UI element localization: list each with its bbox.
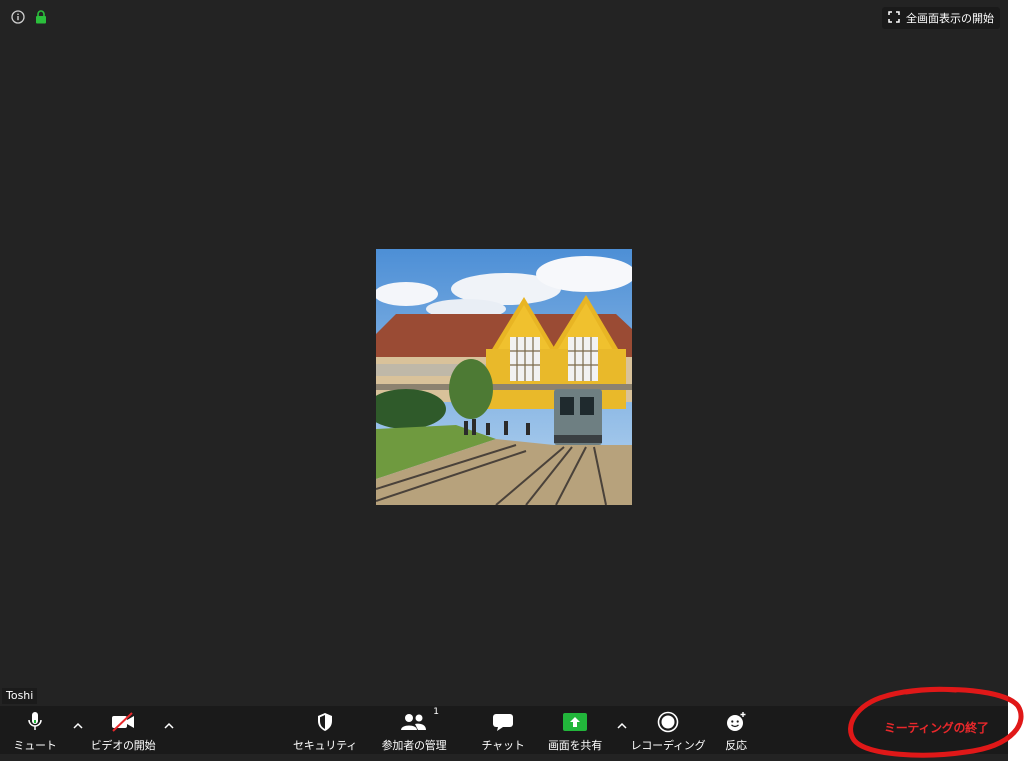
mute-button[interactable]: ミュート [12,706,58,754]
chat-button[interactable]: チャット [481,706,525,754]
security-label: セキュリティ [292,739,358,752]
participant-profile-picture [376,249,632,505]
record-label: レコーディング [630,739,706,752]
record-button[interactable]: レコーディング [630,706,706,754]
participants-count: 1 [433,707,439,717]
top-left-icons [11,10,47,24]
mute-label: ミュート [13,739,57,752]
reactions-button[interactable]: 反応 [718,706,754,754]
meeting-window: 全画面表示の開始 Toshi ミュート ビデオの開始 セキュリティ 1 参加者の… [0,0,1008,761]
fullscreen-icon [888,10,900,26]
video-options-caret[interactable] [162,718,176,732]
manage-participants-button[interactable]: 1 参加者の管理 [376,706,452,754]
microphone-icon [27,711,43,733]
security-button[interactable]: セキュリティ [292,706,358,754]
fullscreen-button[interactable]: 全画面表示の開始 [882,7,1000,29]
record-icon [657,711,679,733]
share-screen-button[interactable]: 画面を共有 [542,706,608,754]
emoji-add-icon [725,711,747,733]
share-screen-icon [563,711,587,733]
share-screen-label: 画面を共有 [548,739,602,752]
fullscreen-label: 全画面表示の開始 [906,12,994,25]
manage-participants-label: 参加者の管理 [381,739,447,752]
share-options-caret[interactable] [615,718,629,732]
start-video-button[interactable]: ビデオの開始 [88,706,158,754]
shield-icon [316,711,334,733]
info-icon[interactable] [11,10,25,24]
participants-icon: 1 [401,707,439,733]
start-video-label: ビデオの開始 [90,739,156,752]
red-annotation-circle [848,686,1024,758]
participant-name-tag: Toshi [2,688,38,704]
reactions-label: 反応 [725,739,747,752]
video-off-icon [110,711,136,733]
audio-options-caret[interactable] [71,718,85,732]
chat-label: チャット [481,739,525,752]
lock-icon[interactable] [35,10,47,24]
chat-bubble-icon [492,711,514,733]
